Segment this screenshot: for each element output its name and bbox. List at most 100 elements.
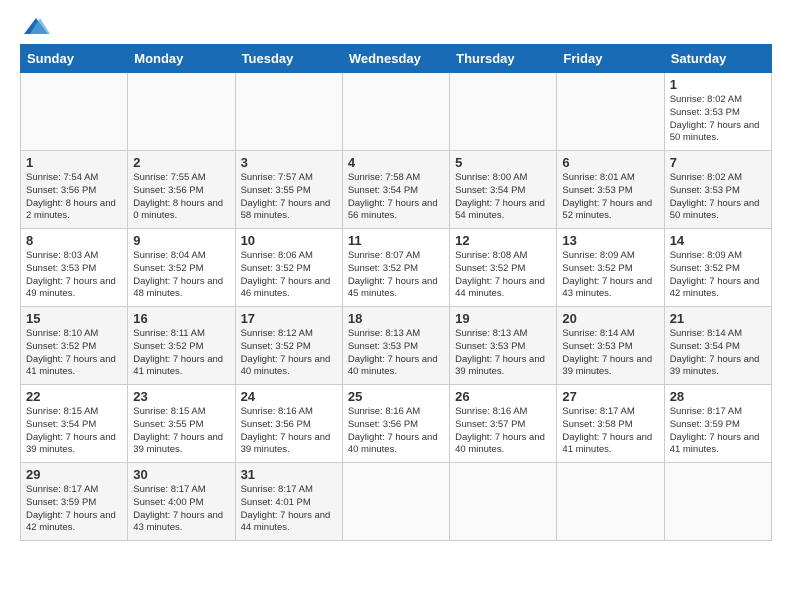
day-cell: 6 Sunrise: 8:01 AMSunset: 3:53 PMDaylight… bbox=[557, 151, 664, 229]
day-number: 19 bbox=[455, 311, 551, 326]
day-number: 22 bbox=[26, 389, 122, 404]
day-info: Sunrise: 8:16 AMSunset: 3:56 PMDaylight:… bbox=[241, 406, 337, 457]
day-number: 8 bbox=[26, 233, 122, 248]
day-header-saturday: Saturday bbox=[664, 45, 771, 73]
empty-cell bbox=[664, 463, 771, 541]
day-cell: 4 Sunrise: 7:58 AMSunset: 3:54 PMDaylight… bbox=[342, 151, 449, 229]
day-info: Sunrise: 8:15 AMSunset: 3:54 PMDaylight:… bbox=[26, 406, 122, 457]
day-header-monday: Monday bbox=[128, 45, 235, 73]
header-row: SundayMondayTuesdayWednesdayThursdayFrid… bbox=[21, 45, 772, 73]
day-cell: 15 Sunrise: 8:10 AMSunset: 3:52 PMDayligh… bbox=[21, 307, 128, 385]
day-info: Sunrise: 7:57 AMSunset: 3:55 PMDaylight:… bbox=[241, 172, 337, 223]
day-cell: 11Sunrise: 8:07 AMSunset: 3:52 PMDayligh… bbox=[342, 229, 449, 307]
day-info: Sunrise: 8:11 AMSunset: 3:52 PMDaylight:… bbox=[133, 328, 229, 379]
day-cell: 18Sunrise: 8:13 AMSunset: 3:53 PMDayligh… bbox=[342, 307, 449, 385]
day-number: 10 bbox=[241, 233, 337, 248]
day-number: 9 bbox=[133, 233, 229, 248]
day-info: Sunrise: 8:09 AMSunset: 3:52 PMDaylight:… bbox=[670, 250, 766, 301]
day-number: 25 bbox=[348, 389, 444, 404]
logo-text bbox=[20, 16, 50, 36]
day-number: 1 bbox=[670, 77, 766, 92]
day-number: 23 bbox=[133, 389, 229, 404]
day-cell: 2 Sunrise: 7:55 AMSunset: 3:56 PMDaylight… bbox=[128, 151, 235, 229]
day-number: 15 bbox=[26, 311, 122, 326]
day-info: Sunrise: 8:06 AMSunset: 3:52 PMDaylight:… bbox=[241, 250, 337, 301]
day-header-thursday: Thursday bbox=[450, 45, 557, 73]
day-number: 6 bbox=[562, 155, 658, 170]
day-cell: 25 Sunrise: 8:16 AMSunset: 3:56 PMDayligh… bbox=[342, 385, 449, 463]
day-cell: 10 Sunrise: 8:06 AMSunset: 3:52 PMDayligh… bbox=[235, 229, 342, 307]
day-number: 13 bbox=[562, 233, 658, 248]
day-cell: 26Sunrise: 8:16 AMSunset: 3:57 PMDayligh… bbox=[450, 385, 557, 463]
day-info: Sunrise: 8:02 AMSunset: 3:53 PMDaylight:… bbox=[670, 94, 766, 145]
day-number: 27 bbox=[562, 389, 658, 404]
day-number: 3 bbox=[241, 155, 337, 170]
day-cell: 7 Sunrise: 8:02 AMSunset: 3:53 PMDaylight… bbox=[664, 151, 771, 229]
day-header-wednesday: Wednesday bbox=[342, 45, 449, 73]
empty-cell bbox=[342, 463, 449, 541]
day-number: 31 bbox=[241, 467, 337, 482]
page-container: SundayMondayTuesdayWednesdayThursdayFrid… bbox=[0, 0, 792, 551]
day-cell: 1 Sunrise: 7:54 AMSunset: 3:56 PMDaylight… bbox=[21, 151, 128, 229]
day-number: 17 bbox=[241, 311, 337, 326]
day-info: Sunrise: 8:17 AMSunset: 4:00 PMDaylight:… bbox=[133, 484, 229, 535]
day-cell: 30Sunrise: 8:17 AMSunset: 4:00 PMDayligh… bbox=[128, 463, 235, 541]
day-info: Sunrise: 8:17 AMSunset: 3:58 PMDaylight:… bbox=[562, 406, 658, 457]
day-cell: 9 Sunrise: 8:04 AMSunset: 3:52 PMDaylight… bbox=[128, 229, 235, 307]
day-header-sunday: Sunday bbox=[21, 45, 128, 73]
day-cell: 1 Sunrise: 8:02 AMSunset: 3:53 PMDaylight… bbox=[664, 73, 771, 151]
day-cell: 22 Sunrise: 8:15 AMSunset: 3:54 PMDayligh… bbox=[21, 385, 128, 463]
day-cell: 16Sunrise: 8:11 AMSunset: 3:52 PMDayligh… bbox=[128, 307, 235, 385]
day-info: Sunrise: 8:10 AMSunset: 3:52 PMDaylight:… bbox=[26, 328, 122, 379]
logo bbox=[20, 16, 50, 32]
week-row: 22 Sunrise: 8:15 AMSunset: 3:54 PMDayligh… bbox=[21, 385, 772, 463]
day-info: Sunrise: 8:00 AMSunset: 3:54 PMDaylight:… bbox=[455, 172, 551, 223]
day-info: Sunrise: 7:58 AMSunset: 3:54 PMDaylight:… bbox=[348, 172, 444, 223]
day-number: 20 bbox=[562, 311, 658, 326]
day-number: 5 bbox=[455, 155, 551, 170]
day-info: Sunrise: 8:12 AMSunset: 3:52 PMDaylight:… bbox=[241, 328, 337, 379]
empty-cell bbox=[128, 73, 235, 151]
day-info: Sunrise: 8:01 AMSunset: 3:53 PMDaylight:… bbox=[562, 172, 658, 223]
day-header-tuesday: Tuesday bbox=[235, 45, 342, 73]
day-cell: 23 Sunrise: 8:15 AMSunset: 3:55 PMDayligh… bbox=[128, 385, 235, 463]
empty-cell bbox=[557, 463, 664, 541]
day-number: 1 bbox=[26, 155, 122, 170]
day-cell: 17 Sunrise: 8:12 AMSunset: 3:52 PMDayligh… bbox=[235, 307, 342, 385]
day-cell: 27 Sunrise: 8:17 AMSunset: 3:58 PMDayligh… bbox=[557, 385, 664, 463]
week-row: 1 Sunrise: 7:54 AMSunset: 3:56 PMDaylight… bbox=[21, 151, 772, 229]
day-number: 26 bbox=[455, 389, 551, 404]
day-info: Sunrise: 8:08 AMSunset: 3:52 PMDaylight:… bbox=[455, 250, 551, 301]
day-cell: 20Sunrise: 8:14 AMSunset: 3:53 PMDayligh… bbox=[557, 307, 664, 385]
empty-cell bbox=[450, 463, 557, 541]
day-number: 21 bbox=[670, 311, 766, 326]
day-number: 29 bbox=[26, 467, 122, 482]
day-cell: 13Sunrise: 8:09 AMSunset: 3:52 PMDayligh… bbox=[557, 229, 664, 307]
day-cell: 8Sunrise: 8:03 AMSunset: 3:53 PMDaylight… bbox=[21, 229, 128, 307]
week-row: 15 Sunrise: 8:10 AMSunset: 3:52 PMDayligh… bbox=[21, 307, 772, 385]
calendar: SundayMondayTuesdayWednesdayThursdayFrid… bbox=[20, 44, 772, 541]
day-info: Sunrise: 8:16 AMSunset: 3:56 PMDaylight:… bbox=[348, 406, 444, 457]
day-header-friday: Friday bbox=[557, 45, 664, 73]
day-info: Sunrise: 8:15 AMSunset: 3:55 PMDaylight:… bbox=[133, 406, 229, 457]
day-number: 12 bbox=[455, 233, 551, 248]
day-cell: 3 Sunrise: 7:57 AMSunset: 3:55 PMDaylight… bbox=[235, 151, 342, 229]
day-info: Sunrise: 8:13 AMSunset: 3:53 PMDaylight:… bbox=[348, 328, 444, 379]
empty-cell bbox=[342, 73, 449, 151]
day-number: 7 bbox=[670, 155, 766, 170]
week-row: 8Sunrise: 8:03 AMSunset: 3:53 PMDaylight… bbox=[21, 229, 772, 307]
day-number: 4 bbox=[348, 155, 444, 170]
empty-cell bbox=[557, 73, 664, 151]
day-info: Sunrise: 8:04 AMSunset: 3:52 PMDaylight:… bbox=[133, 250, 229, 301]
day-cell: 19 Sunrise: 8:13 AMSunset: 3:53 PMDayligh… bbox=[450, 307, 557, 385]
day-info: Sunrise: 7:55 AMSunset: 3:56 PMDaylight:… bbox=[133, 172, 229, 223]
day-cell: 24Sunrise: 8:16 AMSunset: 3:56 PMDayligh… bbox=[235, 385, 342, 463]
day-number: 2 bbox=[133, 155, 229, 170]
day-info: Sunrise: 8:07 AMSunset: 3:52 PMDaylight:… bbox=[348, 250, 444, 301]
day-info: Sunrise: 7:54 AMSunset: 3:56 PMDaylight:… bbox=[26, 172, 122, 223]
day-info: Sunrise: 8:14 AMSunset: 3:54 PMDaylight:… bbox=[670, 328, 766, 379]
day-cell: 5 Sunrise: 8:00 AMSunset: 3:54 PMDaylight… bbox=[450, 151, 557, 229]
day-info: Sunrise: 8:13 AMSunset: 3:53 PMDaylight:… bbox=[455, 328, 551, 379]
day-info: Sunrise: 8:02 AMSunset: 3:53 PMDaylight:… bbox=[670, 172, 766, 223]
day-cell: 31Sunrise: 8:17 AMSunset: 4:01 PMDayligh… bbox=[235, 463, 342, 541]
